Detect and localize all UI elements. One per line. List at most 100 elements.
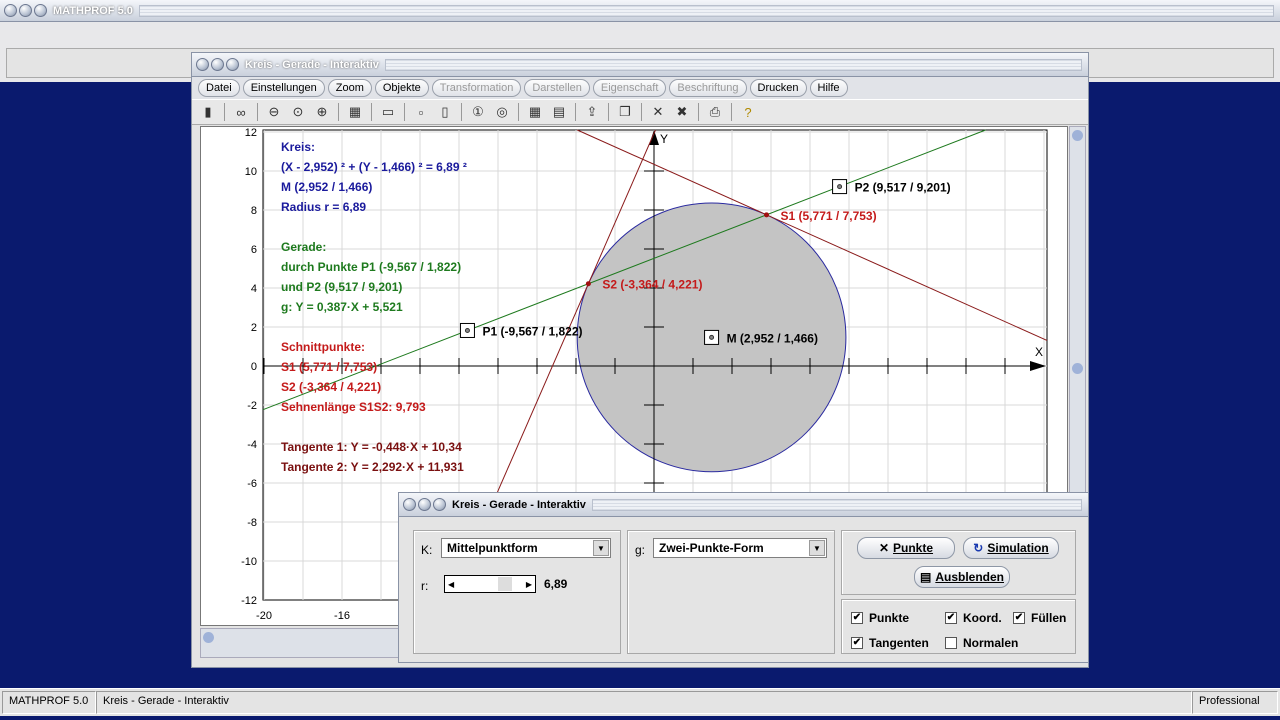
zoom-in-icon[interactable]: ⊕ xyxy=(312,102,332,122)
arrow-right-icon[interactable]: ▶ xyxy=(526,580,532,589)
g-label: g: xyxy=(635,543,646,557)
checkbox-normalen[interactable]: Normalen xyxy=(945,636,1018,650)
simulation-button[interactable]: ↻ Simulation xyxy=(963,537,1059,559)
dialog-title: Kreis - Gerade - Interaktiv xyxy=(452,498,586,511)
panel-icon[interactable]: ▮ xyxy=(198,102,218,122)
y-tick-label: 2 xyxy=(251,322,257,334)
app-title: MATHPROF 5.0 xyxy=(53,4,133,17)
y-tick-label: -2 xyxy=(247,400,257,412)
info-text-tangenten: Tangente 1: Y = -0,448·X + 10,34 xyxy=(281,440,462,454)
punkte-button-label: Punkte xyxy=(893,541,934,555)
export-icon[interactable]: ⇪ xyxy=(582,102,602,122)
cross-icon: ✕ xyxy=(878,541,890,555)
status-app: MATHPROF 5.0 xyxy=(2,691,96,714)
line-form-value: Zwei-Punkte-Form xyxy=(659,541,764,555)
y-tick-label: 12 xyxy=(245,127,257,139)
app-titlebar: MATHPROF 5.0 xyxy=(0,0,1280,22)
status-edition: Professional xyxy=(1192,691,1278,714)
checkbox-label: Punkte xyxy=(869,611,910,625)
info-text-kreis: M (2,952 / 1,466) xyxy=(281,180,372,194)
circle-1-icon[interactable]: ① xyxy=(468,102,488,122)
frames-icon[interactable]: ▯ xyxy=(435,102,455,122)
y-tick-label: -8 xyxy=(247,517,257,529)
checkbox-box[interactable] xyxy=(945,637,957,649)
menu-transformation[interactable]: Transformation xyxy=(431,79,522,97)
double-cross-icon[interactable]: ✖ xyxy=(672,102,692,122)
arrow-left-icon[interactable]: ◀ xyxy=(448,580,454,589)
zoom-reset-icon[interactable]: ⊙ xyxy=(288,102,308,122)
radius-slider[interactable]: ◀ ▶ xyxy=(444,575,536,593)
line-form-select[interactable]: Zwei-Punkte-Form ▼ xyxy=(653,538,827,558)
x-axis-label: X xyxy=(1035,345,1043,359)
info-text-kreis: (X - 2,952) ² + (Y - 1,466) ² = 6,89 ² xyxy=(281,160,467,174)
checkbox-füllen[interactable]: ✔ Füllen xyxy=(1013,611,1066,625)
y-tick-label: -12 xyxy=(241,595,257,607)
y-tick-label: 0 xyxy=(251,361,257,373)
child-titlebar: Kreis - Gerade - Interaktiv xyxy=(192,53,1088,77)
y-tick-label: 10 xyxy=(245,166,257,178)
cross-icon[interactable]: ✕ xyxy=(648,102,668,122)
window-orb-icon[interactable] xyxy=(34,4,47,17)
checkbox-box[interactable]: ✔ xyxy=(1013,612,1025,624)
y-tick-label: -10 xyxy=(241,556,257,568)
y-tick-label: -4 xyxy=(247,439,257,451)
radius-value: 6,89 xyxy=(544,577,568,591)
chevron-down-icon: ▼ xyxy=(593,540,609,556)
window-icon[interactable]: ▭ xyxy=(378,102,398,122)
circle-form-select[interactable]: Mittelpunktform ▼ xyxy=(441,538,611,558)
checkbox-box[interactable]: ✔ xyxy=(851,612,863,624)
status-document: Kreis - Gerade - Interaktiv xyxy=(96,691,1192,714)
ausblenden-button[interactable]: ▤ Ausblenden xyxy=(914,566,1010,588)
frame-icon[interactable]: ▫ xyxy=(411,102,431,122)
point-label: P2 (9,517 / 9,201) xyxy=(855,181,951,195)
scroll-thumb[interactable] xyxy=(1072,130,1083,141)
document-icon[interactable]: ▤ xyxy=(549,102,569,122)
menu-einstellungen[interactable]: Einstellungen xyxy=(242,79,325,97)
y-tick-label: 4 xyxy=(251,283,257,295)
properties-icon[interactable]: ▦ xyxy=(345,102,365,122)
checkbox-tangenten[interactable]: ✔ Tangenten xyxy=(851,636,929,650)
circle-2-icon[interactable]: ◎ xyxy=(492,102,512,122)
checkbox-punkte[interactable]: ✔ Punkte xyxy=(851,611,909,625)
child-title: Kreis - Gerade - Interaktiv xyxy=(245,58,379,71)
menu-darstellen[interactable]: Darstellen xyxy=(524,79,590,97)
menu-hilfe[interactable]: Hilfe xyxy=(809,79,848,97)
punkte-button[interactable]: ✕ Punkte xyxy=(857,537,955,559)
interactive-dialog: Kreis - Gerade - Interaktiv K: Mittelpun… xyxy=(398,492,1089,663)
window-orb-icon[interactable] xyxy=(4,4,17,17)
window-orb-icon[interactable] xyxy=(19,4,32,17)
ausblenden-button-label: Ausblenden xyxy=(935,570,1004,584)
info-text-gerade: g: Y = 0,387·X + 5,521 xyxy=(281,300,403,314)
zoom-out-icon[interactable]: ⊖ xyxy=(264,102,284,122)
tool-bar: ▮ ∞ ⊖ ⊙ ⊕ ▦ ▭ ▫ ▯ ① ◎ ▦ ▤ ⇪ ❐ ✕ ✖ ⎙? xyxy=(192,99,1088,125)
menu-zoom[interactable]: Zoom xyxy=(327,79,372,97)
table-icon[interactable]: ▦ xyxy=(525,102,545,122)
y-axis-label: Y xyxy=(660,132,668,146)
printer-icon[interactable]: ⎙ xyxy=(705,102,725,122)
info-text-schnitt: Sehnenlänge S1S2: 9,793 xyxy=(281,400,426,414)
y-tick-label: 6 xyxy=(251,244,257,256)
help-icon[interactable]: ? xyxy=(738,102,758,122)
checkbox-box[interactable]: ✔ xyxy=(851,637,863,649)
copy-icon[interactable]: ❐ xyxy=(615,102,635,122)
menu-datei[interactable]: Datei xyxy=(198,79,240,97)
slider-thumb[interactable] xyxy=(498,577,512,591)
checkbox-box[interactable]: ✔ xyxy=(945,612,957,624)
checkbox-label: Normalen xyxy=(963,636,1019,650)
menu-objekte[interactable]: Objekte xyxy=(374,79,429,97)
checkbox-koord[interactable]: ✔ Koord. xyxy=(945,611,1002,625)
info-text-tangenten: Tangente 2: Y = 2,292·X + 11,931 xyxy=(281,460,464,474)
y-tick-label: -6 xyxy=(247,478,257,490)
refresh-icon: ↻ xyxy=(973,541,984,555)
document-icon: ▤ xyxy=(919,570,932,584)
k-label: K: xyxy=(421,543,433,557)
info-text-schnitt: Schnittpunkte: xyxy=(281,340,365,354)
menu-drucken[interactable]: Drucken xyxy=(749,79,807,97)
menu-eigenschaft[interactable]: Eigenschaft xyxy=(592,79,667,97)
status-bar: MATHPROF 5.0 Kreis - Gerade - Interaktiv… xyxy=(0,688,1280,716)
x-tick-label: -20 xyxy=(256,610,272,622)
glasses-icon[interactable]: ∞ xyxy=(231,102,251,122)
checkbox-label: Tangenten xyxy=(869,636,929,650)
r-label: r: xyxy=(421,579,429,593)
menu-beschriftung[interactable]: Beschriftung xyxy=(669,79,747,97)
